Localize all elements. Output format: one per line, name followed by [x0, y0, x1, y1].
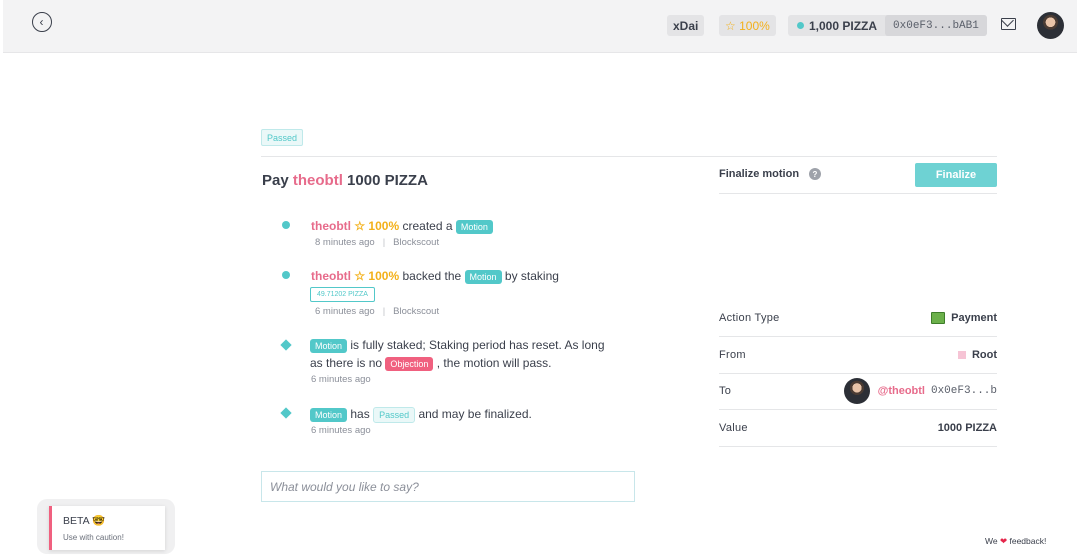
- divider: [261, 156, 997, 157]
- user-avatar[interactable]: [1037, 12, 1064, 39]
- divider: [719, 193, 997, 194]
- event-meta: 6 minutes ago | Blockscout: [315, 306, 439, 317]
- money-icon: [931, 312, 946, 324]
- domain-color-icon: [957, 351, 966, 359]
- feedback-link[interactable]: We ❤ feedback!: [985, 536, 1046, 547]
- wallet-address[interactable]: 0x0eF3...bAB1: [885, 15, 987, 36]
- recipient-address[interactable]: 0x0eF3...b: [931, 385, 997, 397]
- passed-tag: Passed: [373, 407, 416, 423]
- recipient-username[interactable]: @theobtl: [878, 385, 925, 397]
- blockscout-link[interactable]: Blockscout: [393, 306, 439, 317]
- objection-tag: Objection: [385, 356, 434, 371]
- motion-tag: Motion: [464, 269, 502, 284]
- detail-label: Action Type: [719, 312, 780, 324]
- meta-separator: |: [382, 237, 386, 248]
- reputation-badge[interactable]: ☆ 100%: [719, 15, 776, 36]
- feedback-prefix: We: [985, 536, 998, 546]
- motion-tag: Motion: [310, 408, 348, 422]
- event-user[interactable]: theobtl: [311, 219, 351, 233]
- event-backed: theobtl ☆ 100% backed the Motion by stak…: [311, 269, 559, 284]
- detail-action-type: Action Type Payment: [719, 300, 997, 337]
- event-passed: Motion has Passed and may be finalized.: [310, 407, 532, 423]
- event-time: 6 minutes ago: [311, 374, 371, 385]
- meta-separator: |: [382, 306, 386, 317]
- detail-label: Value: [719, 422, 748, 434]
- back-button[interactable]: ‹: [32, 12, 52, 32]
- chevron-left-icon: ‹: [39, 15, 44, 29]
- beta-title: BETA 🤓: [63, 515, 106, 527]
- detail-value: Payment: [951, 312, 997, 324]
- network-badge[interactable]: xDai: [667, 15, 705, 36]
- stake-amount-badge: 49.71202 PIZZA: [310, 287, 375, 302]
- comment-input[interactable]: [261, 471, 635, 502]
- timeline-dot-icon: [282, 221, 290, 229]
- event-reputation: ☆ 100%: [354, 219, 400, 233]
- feedback-suffix: feedback!: [1009, 536, 1047, 546]
- event-text: is fully staked; Staking period has rese…: [350, 338, 605, 352]
- detail-to: To @theobtl 0x0eF3...b: [719, 373, 997, 410]
- event-text-line2-end: , the motion will pass.: [436, 356, 552, 370]
- recipient-avatar[interactable]: [843, 378, 870, 404]
- detail-from: From Root: [719, 337, 997, 374]
- detail-label: To: [719, 385, 732, 397]
- finalize-motion-label: Finalize motion: [719, 168, 800, 180]
- blockscout-link[interactable]: Blockscout: [393, 237, 439, 248]
- detail-amount: 1000 PIZZA: [937, 422, 997, 434]
- motion-tag: Motion: [310, 338, 348, 353]
- event-meta: 8 minutes ago | Blockscout: [315, 237, 439, 248]
- beta-notice: BETA 🤓 Use with caution!: [49, 506, 165, 550]
- heart-icon: ❤: [999, 536, 1008, 546]
- beta-subtitle: Use with caution!: [63, 533, 124, 542]
- event-text: has: [350, 407, 370, 422]
- status-badge: Passed: [261, 129, 304, 146]
- event-text-2: and may be finalized.: [418, 407, 532, 422]
- event-text: created a: [402, 219, 453, 233]
- help-icon[interactable]: ?: [809, 168, 821, 180]
- event-text: backed the: [402, 269, 462, 283]
- timeline-diamond-icon: [280, 407, 292, 419]
- finalize-button[interactable]: Finalize: [915, 163, 997, 187]
- event-time: 8 minutes ago: [315, 237, 375, 248]
- event-user[interactable]: theobtl: [311, 269, 351, 283]
- token-dot-icon: [797, 22, 804, 29]
- detail-value: Root: [971, 349, 997, 361]
- title-prefix: Pay: [262, 172, 289, 189]
- event-reputation: ☆ 100%: [354, 269, 400, 283]
- event-staked: Motion is fully staked; Staking period h…: [310, 338, 605, 353]
- token-balance: 1,000 PIZZA: [809, 18, 878, 33]
- timeline-diamond-icon: [280, 339, 292, 351]
- detail-value: Value 1000 PIZZA: [719, 410, 997, 447]
- title-recipient[interactable]: theobtl: [293, 172, 343, 189]
- event-time: 6 minutes ago: [311, 425, 371, 436]
- page-title: Pay theobtl 1000 PIZZA: [262, 172, 428, 189]
- top-bar: ‹ xDai ☆ 100% 1,000 PIZZA 0x0eF3...bAB1: [3, 0, 1077, 53]
- wallet-balance[interactable]: 1,000 PIZZA 0x0eF3...bAB1: [788, 15, 987, 36]
- event-time: 6 minutes ago: [315, 306, 375, 317]
- timeline-dot-icon: [282, 271, 290, 279]
- inbox-icon[interactable]: [1001, 18, 1016, 30]
- title-amount: 1000 PIZZA: [347, 172, 428, 189]
- motion-tag: Motion: [455, 219, 493, 234]
- event-text-line2: as there is no: [310, 356, 383, 370]
- event-staked-line2: as there is no Objection , the motion wi…: [310, 356, 551, 371]
- event-created: theobtl ☆ 100% created a Motion: [311, 219, 493, 234]
- detail-label: From: [719, 349, 746, 361]
- event-text-2: by staking: [504, 269, 559, 283]
